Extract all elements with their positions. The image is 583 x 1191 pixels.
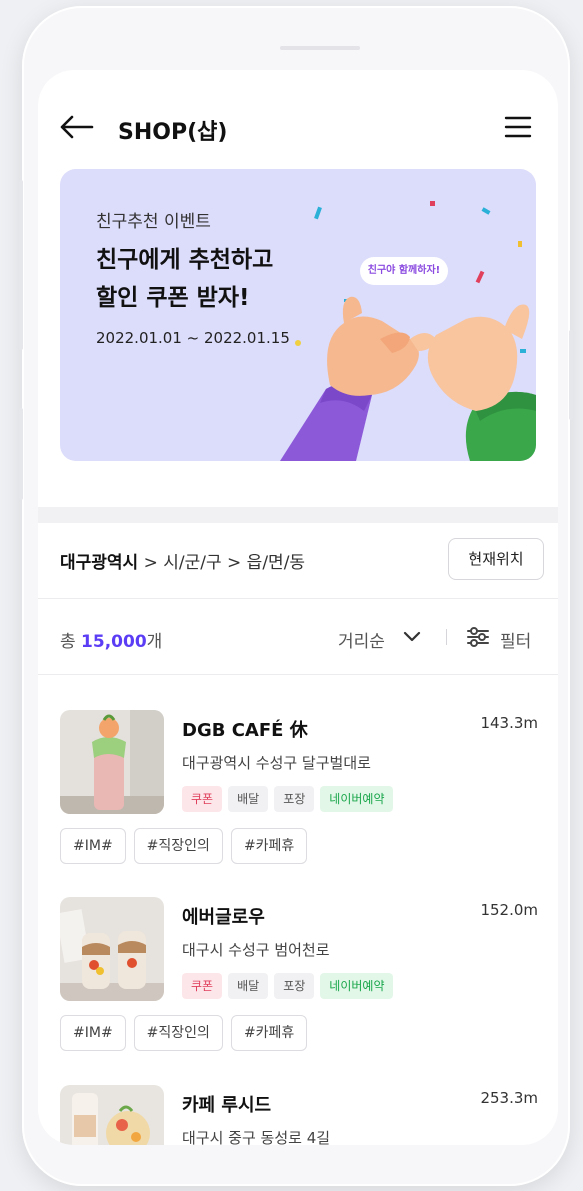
shop-list-item[interactable]: 카페 루시드 253.3m 대구시 중구 동성로 4길	[38, 1085, 558, 1145]
service-badges: 쿠폰 배달 포장 네이버예약	[182, 973, 394, 999]
app-screen: SHOP(샵) 친구추천 이벤트 친구에게 추천하고 할인 쿠폰 받자! 202…	[38, 70, 558, 1145]
hashtag-chip[interactable]: #카페휴	[230, 828, 308, 864]
coupon-badge: 쿠폰	[182, 786, 223, 812]
chevron-down-icon[interactable]	[402, 630, 422, 644]
side-button	[19, 408, 23, 500]
hashtag-chip[interactable]: #카페휴	[230, 1015, 308, 1051]
location-breadcrumb[interactable]: 대구광역시 > 시/군/구 > 읍/면/동	[60, 548, 305, 573]
naver-reservation-badge: 네이버예약	[320, 786, 394, 812]
hashtag-chip[interactable]: #IM#	[60, 828, 126, 864]
filter-label[interactable]: 필터	[500, 627, 531, 652]
shop-name: DGB CAFÉ 休	[182, 720, 308, 741]
filter-sliders-icon[interactable]	[466, 626, 490, 648]
banner-subtitle: 친구추천 이벤트	[96, 212, 211, 232]
shop-photo	[60, 710, 164, 814]
hashtag-list: #IM# #직장인의 #카페휴	[60, 828, 308, 864]
shop-address: 대구시 수성구 범어천로	[182, 941, 330, 959]
shop-thumbnail	[60, 1085, 164, 1145]
shop-name: 에버글로우	[182, 907, 265, 928]
location-path: > 시/군/구 > 읍/면/동	[138, 553, 306, 573]
banner-title: 친구에게 추천하고 할인 쿠폰 받자!	[96, 247, 274, 311]
shop-list-item[interactable]: 에버글로우 152.0m 대구시 수성구 범어천로 쿠폰 배달 포장 네이버예약…	[38, 897, 558, 1057]
shop-photo	[60, 1085, 164, 1145]
delivery-badge: 배달	[228, 786, 269, 812]
pinky-promise-hands-illustration	[280, 201, 536, 461]
divider-vertical	[446, 629, 447, 645]
shop-distance: 143.3m	[480, 714, 538, 732]
hashtag-chip[interactable]: #IM#	[60, 1015, 126, 1051]
current-location-button[interactable]: 현재위치	[448, 538, 544, 580]
shop-thumbnail	[60, 710, 164, 814]
hamburger-menu-icon[interactable]	[504, 116, 532, 138]
location-city: 대구광역시	[60, 553, 139, 573]
shop-list-item[interactable]: DGB CAFÉ 休 143.3m 대구광역시 수성구 달구벌대로 쿠폰 배달 …	[38, 710, 558, 870]
section-separator	[38, 507, 558, 523]
result-count-number: 15,000	[81, 632, 147, 652]
event-banner[interactable]: 친구추천 이벤트 친구에게 추천하고 할인 쿠폰 받자! 2022.01.01 …	[60, 169, 536, 461]
takeout-badge: 포장	[274, 973, 315, 999]
sort-dropdown-label[interactable]: 거리순	[338, 627, 385, 652]
result-count: 총 15,000개	[60, 632, 163, 652]
arrow-left-icon[interactable]	[58, 113, 94, 141]
side-button	[569, 330, 573, 420]
app-header: SHOP(샵)	[38, 70, 558, 170]
side-button	[19, 180, 23, 350]
phone-speaker	[280, 46, 360, 50]
delivery-badge: 배달	[228, 973, 269, 999]
divider	[38, 598, 558, 599]
shop-address: 대구시 중구 동성로 4길	[182, 1129, 331, 1145]
shop-address: 대구광역시 수성구 달구벌대로	[182, 754, 371, 772]
shop-thumbnail	[60, 897, 164, 1001]
shop-distance: 253.3m	[480, 1089, 538, 1107]
hashtag-list: #IM# #직장인의 #카페휴	[60, 1015, 308, 1051]
divider	[38, 674, 558, 675]
coupon-badge: 쿠폰	[182, 973, 223, 999]
hashtag-chip[interactable]: #직장인의	[133, 828, 223, 864]
hashtag-chip[interactable]: #직장인의	[133, 1015, 223, 1051]
page-title: SHOP(샵)	[118, 120, 228, 145]
shop-name: 카페 루시드	[182, 1095, 272, 1116]
shop-photo	[60, 897, 164, 1001]
shop-distance: 152.0m	[480, 901, 538, 919]
naver-reservation-badge: 네이버예약	[320, 973, 394, 999]
speech-bubble: 친구야 함께하자!	[360, 257, 448, 285]
service-badges: 쿠폰 배달 포장 네이버예약	[182, 786, 394, 812]
takeout-badge: 포장	[274, 786, 315, 812]
